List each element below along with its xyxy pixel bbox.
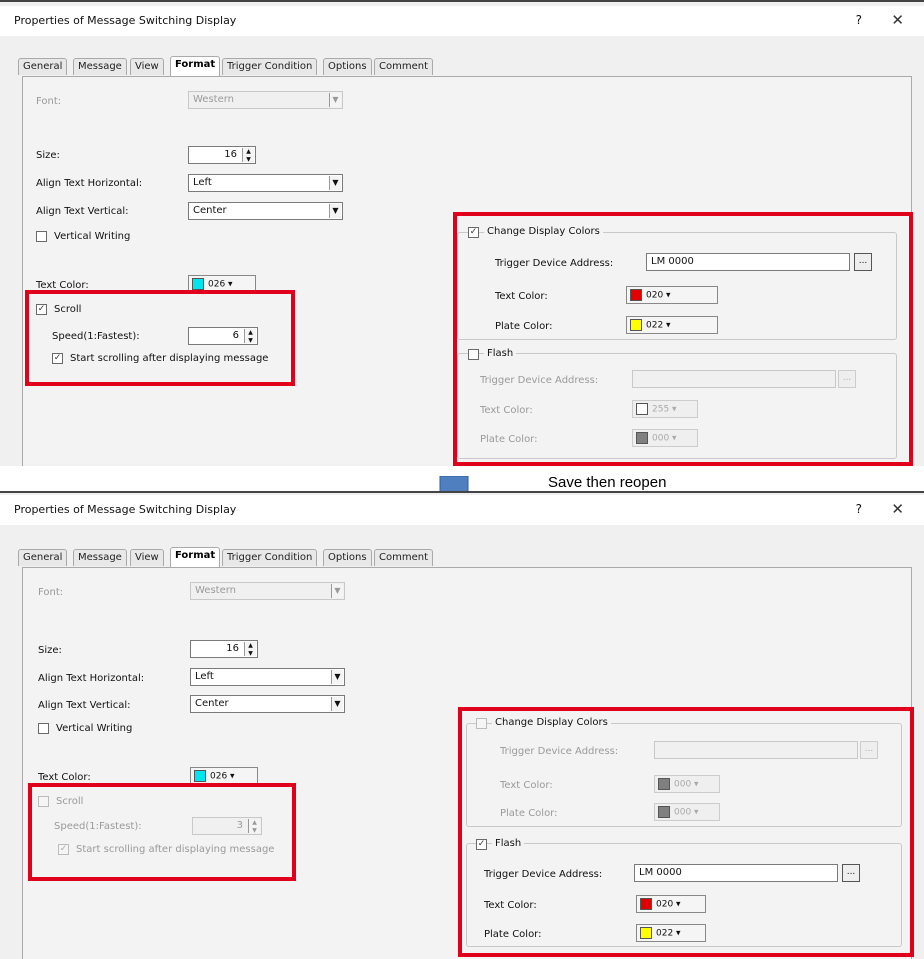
highlight-colors-box [453,212,913,466]
color-swatch [194,770,206,782]
close-icon[interactable]: ✕ [891,11,904,29]
chevron-down-icon: ▼ [329,204,341,218]
tab-trigger-condition[interactable]: Trigger Condition [222,58,318,75]
size-label: Size: [38,645,62,656]
size-spinner[interactable]: 16 ▲ ▼ [188,146,256,164]
vertical-writing-label: Vertical Writing [54,231,131,242]
font-label: Font: [36,96,62,107]
tab-options[interactable]: Options [323,549,372,566]
tab-format[interactable]: Format [170,547,221,567]
highlight-colors-box [458,707,914,957]
highlight-scroll-box [25,290,295,386]
title-bar: Properties of Message Switching Display … [0,495,924,525]
align-vertical-label: Align Text Vertical: [38,700,131,711]
chevron-down-icon: ▼ [329,93,341,107]
highlight-scroll-box [28,783,296,881]
caption: Save then reopen [548,474,667,491]
tab-comment[interactable]: Comment [374,58,433,75]
text-color-value: 026 [208,279,226,290]
tab-trigger-condition[interactable]: Trigger Condition [222,549,318,566]
tab-options[interactable]: Options [323,58,372,75]
font-select[interactable]: Western ▼ [190,582,345,600]
text-color-value: 026 [210,771,228,782]
vertical-writing-label: Vertical Writing [56,723,133,734]
dialog-before: Properties of Message Switching Display … [0,0,924,466]
chevron-down-icon: ▼ [331,697,343,711]
align-horizontal-value: Left [193,177,212,188]
color-swatch [192,278,204,290]
vertical-writing-checkbox[interactable] [38,723,49,734]
size-spinner[interactable]: 16 ▲ ▼ [190,640,258,658]
size-value: 16 [224,149,237,160]
spinner-arrows-icon[interactable]: ▲ ▼ [244,642,256,657]
title-bar: Properties of Message Switching Display … [0,6,924,36]
tab-view[interactable]: View [130,549,164,566]
tab-format[interactable]: Format [170,56,221,76]
font-select[interactable]: Western ▼ [188,91,343,109]
font-label: Font: [38,587,64,598]
align-horizontal-label: Align Text Horizontal: [36,178,143,189]
align-vertical-value: Center [195,698,229,709]
dialog-after: Properties of Message Switching Display … [0,491,924,959]
chevron-down-icon: ▼ [331,584,343,598]
align-vertical-value: Center [193,205,227,216]
window-title: Properties of Message Switching Display [14,503,237,516]
font-value: Western [195,585,237,596]
vertical-writing-checkbox[interactable] [36,231,47,242]
tab-message[interactable]: Message [73,549,127,566]
font-value: Western [193,94,235,105]
tab-message[interactable]: Message [73,58,127,75]
align-vertical-label: Align Text Vertical: [36,206,129,217]
align-vertical-select[interactable]: Center ▼ [190,695,345,713]
chevron-down-icon: ▼ [329,176,341,190]
align-horizontal-value: Left [195,671,214,682]
align-vertical-select[interactable]: Center ▼ [188,202,343,220]
chevron-down-icon: ▼ [331,670,343,684]
tab-general[interactable]: General [18,549,68,566]
align-horizontal-select[interactable]: Left ▼ [188,174,343,192]
window-title: Properties of Message Switching Display [14,14,237,27]
top-divider [0,491,924,493]
tab-general[interactable]: General [18,58,68,75]
help-button[interactable]: ? [856,13,862,27]
tab-comment[interactable]: Comment [374,549,433,566]
align-horizontal-label: Align Text Horizontal: [38,673,145,684]
help-button[interactable]: ? [856,502,862,516]
spinner-arrows-icon[interactable]: ▲ ▼ [242,148,254,163]
size-label: Size: [36,150,60,161]
align-horizontal-select[interactable]: Left ▼ [190,668,345,686]
close-icon[interactable]: ✕ [891,500,904,518]
top-divider [0,0,924,2]
size-value: 16 [226,643,239,654]
tab-view[interactable]: View [130,58,164,75]
text-color-label: Text Color: [38,772,91,783]
